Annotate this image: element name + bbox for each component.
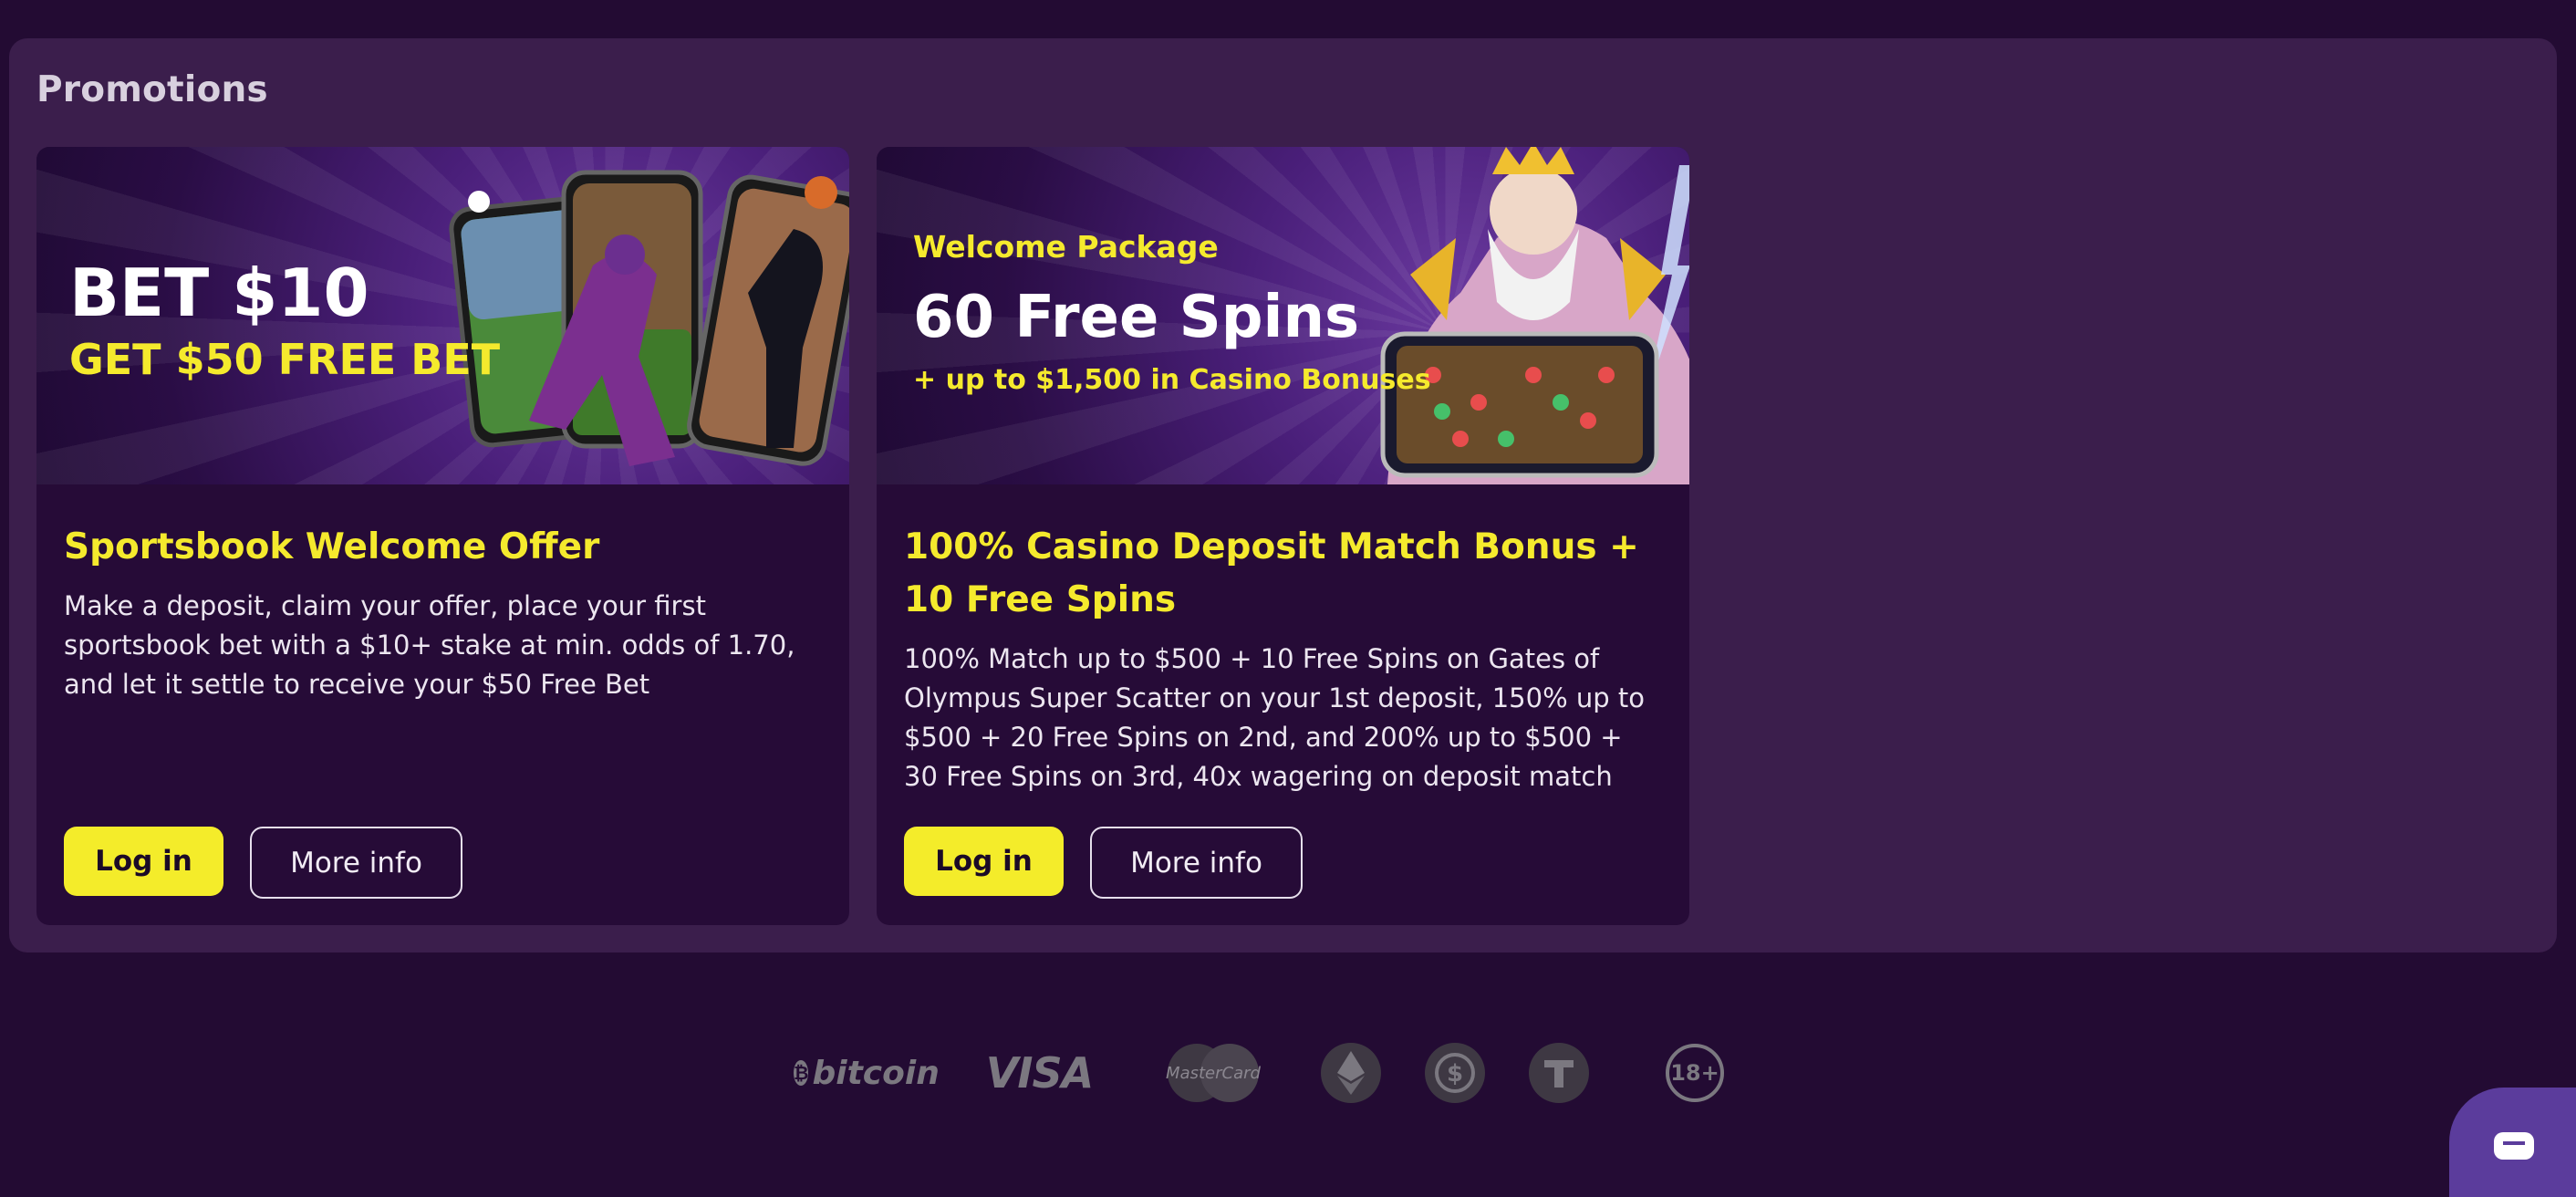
tether-icon [1529, 1043, 1589, 1103]
bitcoin-icon: ₿ bitcoin [794, 1054, 940, 1092]
card-title: Sportsbook Welcome Offer [64, 526, 600, 567]
banner-eyebrow: Welcome Package [913, 229, 1219, 265]
login-button[interactable]: Log in [904, 827, 1064, 896]
mastercard-icon: MasterCard [1160, 1043, 1266, 1103]
age-restriction-icon: 18+ [1665, 1043, 1725, 1103]
promo-banner-casino[interactable]: Welcome Package 60 Free Spins + up to $1… [877, 147, 1689, 484]
banner-subheadline: GET $50 FREE BET [69, 335, 501, 384]
more-info-button[interactable]: More info [250, 827, 462, 899]
section-title: Promotions [36, 69, 268, 110]
card-description: Make a deposit, claim your offer, place … [64, 590, 795, 700]
more-info-button[interactable]: More info [1090, 827, 1303, 899]
banner-headline: 60 Free Spins [913, 284, 1360, 351]
banner-headline: BET $10 [69, 255, 369, 331]
visa-icon: VISA [985, 1048, 1094, 1098]
card-title: 100% Casino Deposit Match Bonus + 10 Fre… [904, 526, 1639, 620]
chat-icon [2494, 1132, 2534, 1160]
ethereum-icon [1321, 1043, 1381, 1103]
svg-text:$: $ [1447, 1060, 1463, 1088]
banner-subheadline: + up to $1,500 in Casino Bonuses [913, 364, 1431, 396]
usdc-icon: $ [1425, 1043, 1485, 1103]
card-description: 100% Match up to $500 + 10 Free Spins on… [904, 643, 1645, 792]
login-button[interactable]: Log in [64, 827, 223, 896]
promo-card-sportsbook: BET $10 GET $50 FREE BET Sportsbook Welc… [36, 147, 849, 925]
promo-card-casino: Welcome Package 60 Free Spins + up to $1… [877, 147, 1689, 925]
chat-widget-button[interactable] [2449, 1088, 2576, 1197]
promo-banner-sportsbook[interactable]: BET $10 GET $50 FREE BET [36, 147, 849, 484]
